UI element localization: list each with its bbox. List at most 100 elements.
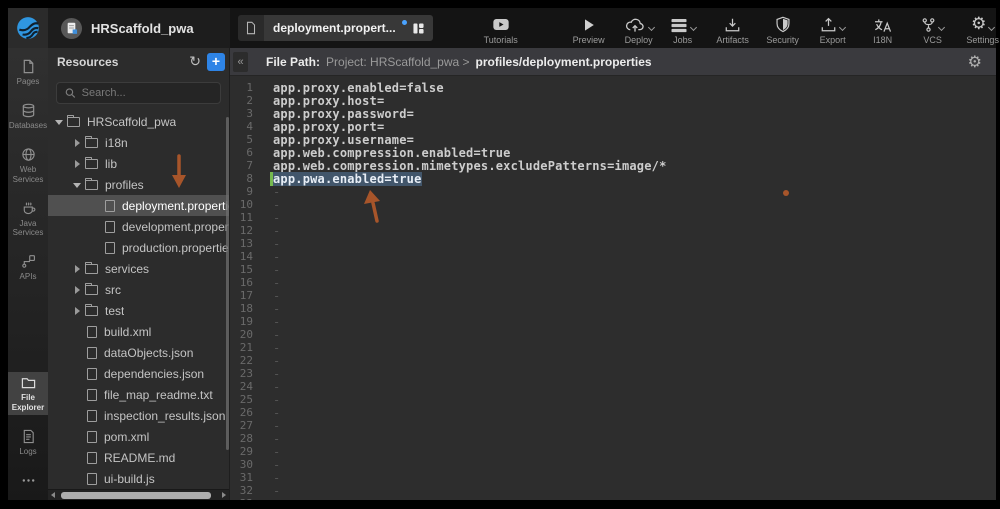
code-line[interactable]: 24 xyxy=(230,380,996,393)
code-line[interactable]: 15 xyxy=(230,263,996,276)
deploy-button[interactable]: Deploy xyxy=(617,8,661,48)
tree-caret-icon[interactable] xyxy=(73,138,82,147)
sidebar-item-databases[interactable]: Databases xyxy=(8,100,48,133)
tree-item[interactable]: i18n xyxy=(48,132,229,153)
tree-caret-icon[interactable] xyxy=(73,264,82,273)
chevron-down-icon[interactable] xyxy=(648,23,655,30)
code-line[interactable]: 13 xyxy=(230,237,996,250)
tree-item[interactable]: profiles xyxy=(48,174,229,195)
tree-item[interactable]: build.xml xyxy=(48,321,229,342)
tab-deployment-properties[interactable]: deployment.propert... xyxy=(264,15,433,41)
code-line[interactable]: 6 app.web.compression.enabled=true xyxy=(230,146,996,159)
tree-item[interactable]: HRScaffold_pwa xyxy=(48,111,229,132)
code-line[interactable]: 33 xyxy=(230,497,996,500)
collapse-panel-icon[interactable]: « xyxy=(233,52,248,72)
code-line[interactable]: 4 app.proxy.port= xyxy=(230,120,996,133)
tree-caret-icon[interactable] xyxy=(73,474,82,483)
tree-caret-icon[interactable] xyxy=(73,390,82,399)
tree-caret-icon[interactable] xyxy=(73,432,82,441)
editor-settings-gear-icon[interactable]: ⚙ xyxy=(968,52,982,71)
tree-item[interactable]: development.properties xyxy=(48,216,229,237)
layout-grid-icon[interactable] xyxy=(413,23,424,34)
code-editor[interactable]: 1 app.proxy.enabled=false 2 app.proxy.ho… xyxy=(230,76,996,500)
preview-button[interactable]: Preview xyxy=(567,8,611,48)
tree-item[interactable]: README.md xyxy=(48,447,229,468)
scroll-right-arrow[interactable] xyxy=(219,490,229,500)
i18n-button[interactable]: I18N xyxy=(861,8,905,48)
tree-caret-icon[interactable] xyxy=(91,243,100,252)
scroll-left-arrow[interactable] xyxy=(48,490,58,500)
code-line[interactable]: 1 app.proxy.enabled=false xyxy=(230,81,996,94)
search-input[interactable] xyxy=(82,87,212,99)
tree-item[interactable]: lib xyxy=(48,153,229,174)
tree-horizontal-scrollbar[interactable] xyxy=(48,489,229,500)
code-line[interactable]: 14 xyxy=(230,250,996,263)
scrollbar-thumb[interactable] xyxy=(61,492,211,499)
tree-item[interactable]: dependencies.json xyxy=(48,363,229,384)
code-line[interactable]: 27 xyxy=(230,419,996,432)
tree-item[interactable]: production.properties xyxy=(48,237,229,258)
tree-caret-icon[interactable] xyxy=(91,222,100,231)
code-line[interactable]: 22 xyxy=(230,354,996,367)
tree-caret-icon[interactable] xyxy=(73,285,82,294)
refresh-icon[interactable]: ↻ xyxy=(189,55,201,69)
tree-item[interactable]: dataObjects.json xyxy=(48,342,229,363)
code-line[interactable]: 12 xyxy=(230,224,996,237)
code-line[interactable]: 30 xyxy=(230,458,996,471)
vcs-button[interactable]: VCS xyxy=(911,8,955,48)
tree-vertical-scrollbar[interactable] xyxy=(226,117,229,450)
sidebar-item-apis[interactable]: APIs xyxy=(8,251,48,284)
tree-item[interactable]: inspection_results.json xyxy=(48,405,229,426)
sidebar-item-java-services[interactable]: Java Services xyxy=(8,198,48,240)
tree-caret-icon[interactable] xyxy=(55,117,64,126)
artifacts-button[interactable]: Artifacts xyxy=(711,8,755,48)
scrollbar-track[interactable] xyxy=(58,490,219,500)
code-line[interactable]: 21 xyxy=(230,341,996,354)
settings-button[interactable]: ⚙ Settings xyxy=(961,8,1000,48)
chevron-down-icon[interactable] xyxy=(988,23,995,30)
code-line[interactable]: 26 xyxy=(230,406,996,419)
tree-item[interactable]: pom.xml xyxy=(48,426,229,447)
chevron-down-icon[interactable] xyxy=(839,23,846,30)
tree-caret-icon[interactable] xyxy=(73,159,82,168)
export-button[interactable]: Export xyxy=(811,8,855,48)
wavemaker-logo[interactable] xyxy=(8,8,48,48)
code-line[interactable]: 23 xyxy=(230,367,996,380)
search-box[interactable] xyxy=(56,82,221,104)
code-line[interactable]: 17 xyxy=(230,289,996,302)
tree-caret-icon[interactable] xyxy=(73,453,82,462)
code-line[interactable]: 7 app.web.compression.mimetypes.excludeP… xyxy=(230,159,996,172)
code-line[interactable]: 11 xyxy=(230,211,996,224)
tree-item[interactable]: ui-build.js xyxy=(48,468,229,489)
code-line[interactable]: 16 xyxy=(230,276,996,289)
tree-caret-icon[interactable] xyxy=(73,180,82,189)
code-line[interactable]: 28 xyxy=(230,432,996,445)
code-line[interactable]: 25 xyxy=(230,393,996,406)
security-button[interactable]: Security xyxy=(761,8,805,48)
code-line[interactable]: 3 app.proxy.password= xyxy=(230,107,996,120)
tree-caret-icon[interactable] xyxy=(73,411,82,420)
tree-caret-icon[interactable] xyxy=(73,327,82,336)
sidebar-item-web-services[interactable]: Web Services xyxy=(8,144,48,186)
code-line[interactable]: 9 xyxy=(230,185,996,198)
tree-caret-icon[interactable] xyxy=(73,369,82,378)
tree-item[interactable]: services xyxy=(48,258,229,279)
tree-caret-icon[interactable] xyxy=(73,348,82,357)
code-line[interactable]: 31 xyxy=(230,471,996,484)
tree-item[interactable]: src xyxy=(48,279,229,300)
tree-caret-icon[interactable] xyxy=(91,201,100,210)
tree-item[interactable]: file_map_readme.txt xyxy=(48,384,229,405)
chevron-down-icon[interactable] xyxy=(938,23,945,30)
add-resource-button[interactable]: + xyxy=(207,53,225,71)
sidebar-item-more[interactable] xyxy=(8,470,48,494)
code-line[interactable]: 18 xyxy=(230,302,996,315)
code-line[interactable]: 5 app.proxy.username= xyxy=(230,133,996,146)
tutorials-button[interactable]: Tutorials xyxy=(479,8,523,48)
code-line[interactable]: 29 xyxy=(230,445,996,458)
project-switcher[interactable]: HRScaffold_pwa xyxy=(48,8,230,48)
tree-item[interactable]: test xyxy=(48,300,229,321)
jobs-button[interactable]: Jobs xyxy=(661,8,705,48)
sidebar-item-file-explorer[interactable]: File Explorer xyxy=(8,372,48,414)
sidebar-item-logs[interactable]: Logs xyxy=(8,426,48,459)
code-line[interactable]: 19 xyxy=(230,315,996,328)
